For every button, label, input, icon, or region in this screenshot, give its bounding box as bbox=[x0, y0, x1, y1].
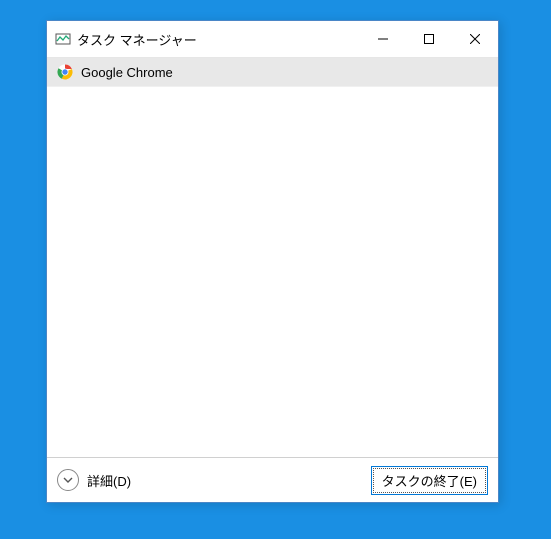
minimize-button[interactable] bbox=[360, 21, 406, 57]
process-list[interactable]: Google Chrome bbox=[47, 58, 498, 457]
window-controls bbox=[360, 21, 498, 57]
close-button[interactable] bbox=[452, 21, 498, 57]
maximize-button[interactable] bbox=[406, 21, 452, 57]
chevron-down-icon[interactable] bbox=[57, 469, 79, 491]
process-row[interactable]: Google Chrome bbox=[47, 58, 498, 87]
chrome-icon bbox=[57, 64, 73, 80]
window-title: タスク マネージャー bbox=[77, 30, 360, 49]
titlebar[interactable]: タスク マネージャー bbox=[47, 21, 498, 58]
process-name: Google Chrome bbox=[81, 65, 173, 80]
footer: 詳細(D) タスクの終了(E) bbox=[47, 457, 498, 502]
task-manager-window: タスク マネージャー bbox=[46, 20, 499, 503]
task-manager-icon bbox=[55, 31, 71, 47]
details-button-label[interactable]: 詳細(D) bbox=[87, 471, 363, 490]
end-task-button[interactable]: タスクの終了(E) bbox=[371, 466, 488, 495]
